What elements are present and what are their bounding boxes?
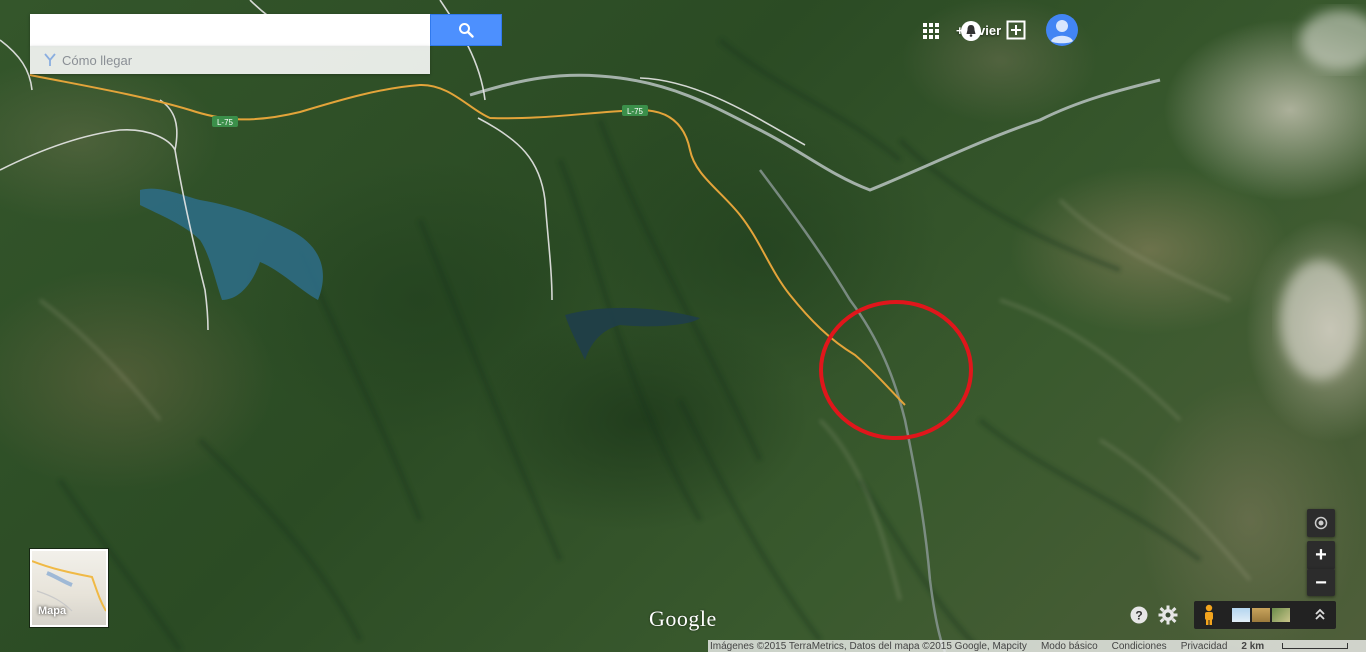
scale-text: 2 km <box>1241 640 1265 652</box>
river-north <box>469 73 1161 192</box>
expand-chevron-icon[interactable] <box>1314 607 1326 628</box>
account-avatar-icon[interactable] <box>1046 14 1078 51</box>
road-label-l75-east: L-75 <box>622 105 648 116</box>
road-label-l75-west: L-75 <box>212 116 238 127</box>
zoom-out-button[interactable]: − <box>1307 569 1335 596</box>
highway-l75 <box>29 74 906 406</box>
lake-central <box>565 307 700 360</box>
highlight-circle <box>819 300 973 440</box>
plus-icon: + <box>1315 544 1327 566</box>
imagery-thumb-sky[interactable] <box>1232 608 1250 622</box>
footer-link-privacy[interactable]: Privacidad <box>1181 641 1228 652</box>
pegman-icon[interactable] <box>1202 604 1216 631</box>
attribution-text: Imágenes ©2015 TerraMetrics, Datos del m… <box>710 640 1027 652</box>
search-icon <box>459 23 474 38</box>
imagery-thumb-terrain[interactable] <box>1252 608 1270 622</box>
footer-bar: Imágenes ©2015 TerraMetrics, Datos del m… <box>708 640 1366 652</box>
notifications-icon[interactable] <box>960 20 982 47</box>
share-icon[interactable] <box>1006 20 1026 45</box>
apps-icon[interactable] <box>922 22 940 45</box>
google-logo: Google <box>649 606 717 631</box>
bottom-tools: ? <box>1124 601 1192 629</box>
directions-label: Cómo llegar <box>62 52 133 68</box>
footer-link-basic-mode[interactable]: Modo básico <box>1041 641 1098 652</box>
imagery-strip <box>1194 601 1336 629</box>
svg-text:L-75: L-75 <box>217 118 234 127</box>
river-south <box>758 169 947 652</box>
help-icon[interactable]: ? <box>1130 606 1148 629</box>
scale-indicator: 2 km <box>1241 641 1362 652</box>
svg-text:L-75: L-75 <box>627 107 644 116</box>
search-button[interactable] <box>430 14 502 46</box>
my-location-button[interactable] <box>1307 509 1335 537</box>
directions-icon <box>44 53 56 66</box>
map-type-toggle[interactable]: Mapa <box>30 549 108 627</box>
directions-link[interactable]: Cómo llegar <box>30 46 430 74</box>
ridge-texture <box>57 38 1202 652</box>
map-type-label: Mapa <box>38 605 67 617</box>
imagery-thumb-landscape[interactable] <box>1272 608 1290 622</box>
settings-gear-icon[interactable] <box>1158 605 1178 630</box>
minus-icon: − <box>1315 571 1327 594</box>
search-box: Cómo llegar <box>30 14 502 74</box>
search-input[interactable] <box>30 14 430 46</box>
scale-bar <box>1282 642 1349 649</box>
top-bar: +Javier <box>923 10 1366 50</box>
terrain-layer: L-75 L-75 <box>0 0 1366 652</box>
location-target-icon <box>1314 516 1328 530</box>
svg-text:?: ? <box>1135 609 1142 623</box>
lake-west <box>140 188 323 300</box>
footer-link-terms[interactable]: Condiciones <box>1112 641 1167 652</box>
zoom-in-button[interactable]: + <box>1307 541 1335 570</box>
satellite-map[interactable]: L-75 L-75 <box>0 0 1366 652</box>
